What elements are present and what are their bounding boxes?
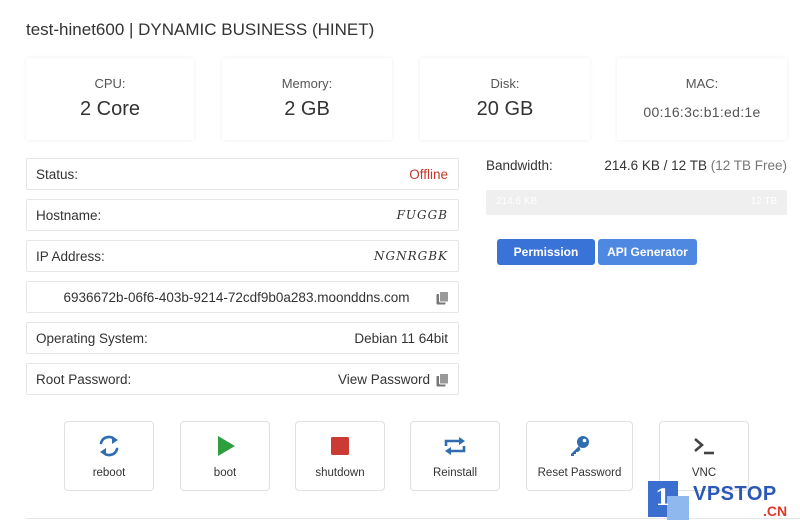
shutdown-label: shutdown: [315, 467, 365, 479]
memory-value: 2 GB: [284, 98, 330, 120]
cpu-label: CPU:: [94, 76, 126, 91]
bandwidth-used: 214.6 KB / 12 TB: [604, 158, 707, 173]
reboot-label: reboot: [92, 467, 126, 479]
os-row: Operating System: Debian 11 64bit: [26, 322, 459, 354]
stop-icon: [331, 437, 349, 455]
root-password-label: Root Password:: [36, 372, 132, 387]
cpu-card: CPU: 2 Core: [26, 58, 194, 140]
disk-value: 20 GB: [476, 98, 534, 120]
logo-number: 1: [655, 485, 671, 511]
copy-icon[interactable]: [436, 373, 449, 387]
memory-label: Memory:: [281, 76, 333, 91]
reinstall-button[interactable]: Reinstall: [410, 421, 500, 491]
uuid-row: 6936672b-06f6-403b-9214-72cdf9b0a283.moo…: [26, 281, 459, 313]
bandwidth-value: 214.6 KB / 12 TB (12 TB Free): [604, 158, 787, 173]
page-title: test-hinet600 | DYNAMIC BUSINESS (HINET): [26, 20, 375, 39]
mac-card: MAC: 00:16:3c:b1:ed:1e: [617, 58, 787, 140]
ip-value: NGNRGBK: [374, 249, 448, 263]
permission-button[interactable]: Permission: [497, 239, 595, 265]
status-row: Status: Offline: [26, 158, 459, 190]
reset-password-label: Reset Password: [537, 467, 622, 479]
status-value: Offline: [409, 167, 448, 182]
boot-button[interactable]: boot: [180, 421, 270, 491]
reset-password-button[interactable]: Reset Password: [526, 421, 633, 491]
disk-label: Disk:: [490, 76, 520, 91]
bandwidth-bar-total: 12 TB: [750, 196, 778, 207]
logo-suffix: .CN: [763, 503, 788, 519]
memory-card: Memory: 2 GB: [222, 58, 392, 140]
cpu-value: 2 Core: [79, 98, 141, 120]
play-icon: [218, 436, 235, 456]
root-password-row: Root Password: View Password: [26, 363, 459, 395]
copy-icon[interactable]: [436, 291, 449, 305]
bandwidth-free: (12 TB Free): [710, 158, 787, 173]
status-label: Status:: [36, 167, 79, 182]
hostname-row: Hostname: FUGGB: [26, 199, 459, 231]
bandwidth-progress-bar: 214.6 KB 12 TB: [486, 190, 787, 215]
view-password-link[interactable]: View Password: [338, 372, 430, 387]
reinstall-label: Reinstall: [432, 467, 478, 479]
mac-value: 00:16:3c:b1:ed:1e: [643, 104, 761, 120]
disk-card: Disk: 20 GB: [420, 58, 590, 140]
key-icon: [570, 436, 589, 456]
reboot-icon: [99, 435, 119, 457]
os-label: Operating System:: [36, 331, 148, 346]
vpstop-logo: 1 VPSTOP .CN: [643, 478, 800, 523]
os-value: Debian 11 64bit: [354, 331, 448, 346]
reinstall-icon: [444, 437, 466, 455]
mac-label: MAC:: [685, 76, 719, 91]
uuid-value: 6936672b-06f6-403b-9214-72cdf9b0a283.moo…: [63, 290, 410, 305]
boot-label: boot: [213, 467, 237, 479]
ip-row: IP Address: NGNRGBK: [26, 240, 459, 272]
hostname-label: Hostname:: [36, 208, 102, 223]
ip-label: IP Address:: [36, 249, 105, 264]
bandwidth-label: Bandwidth:: [486, 158, 553, 173]
hostname-value: FUGGB: [396, 208, 448, 222]
bandwidth-bar-used: 214.6 KB: [496, 196, 538, 207]
shutdown-button[interactable]: shutdown: [295, 421, 385, 491]
api-generator-button[interactable]: API Generator: [598, 239, 697, 265]
reboot-button[interactable]: reboot: [64, 421, 154, 491]
terminal-icon: [694, 438, 714, 455]
